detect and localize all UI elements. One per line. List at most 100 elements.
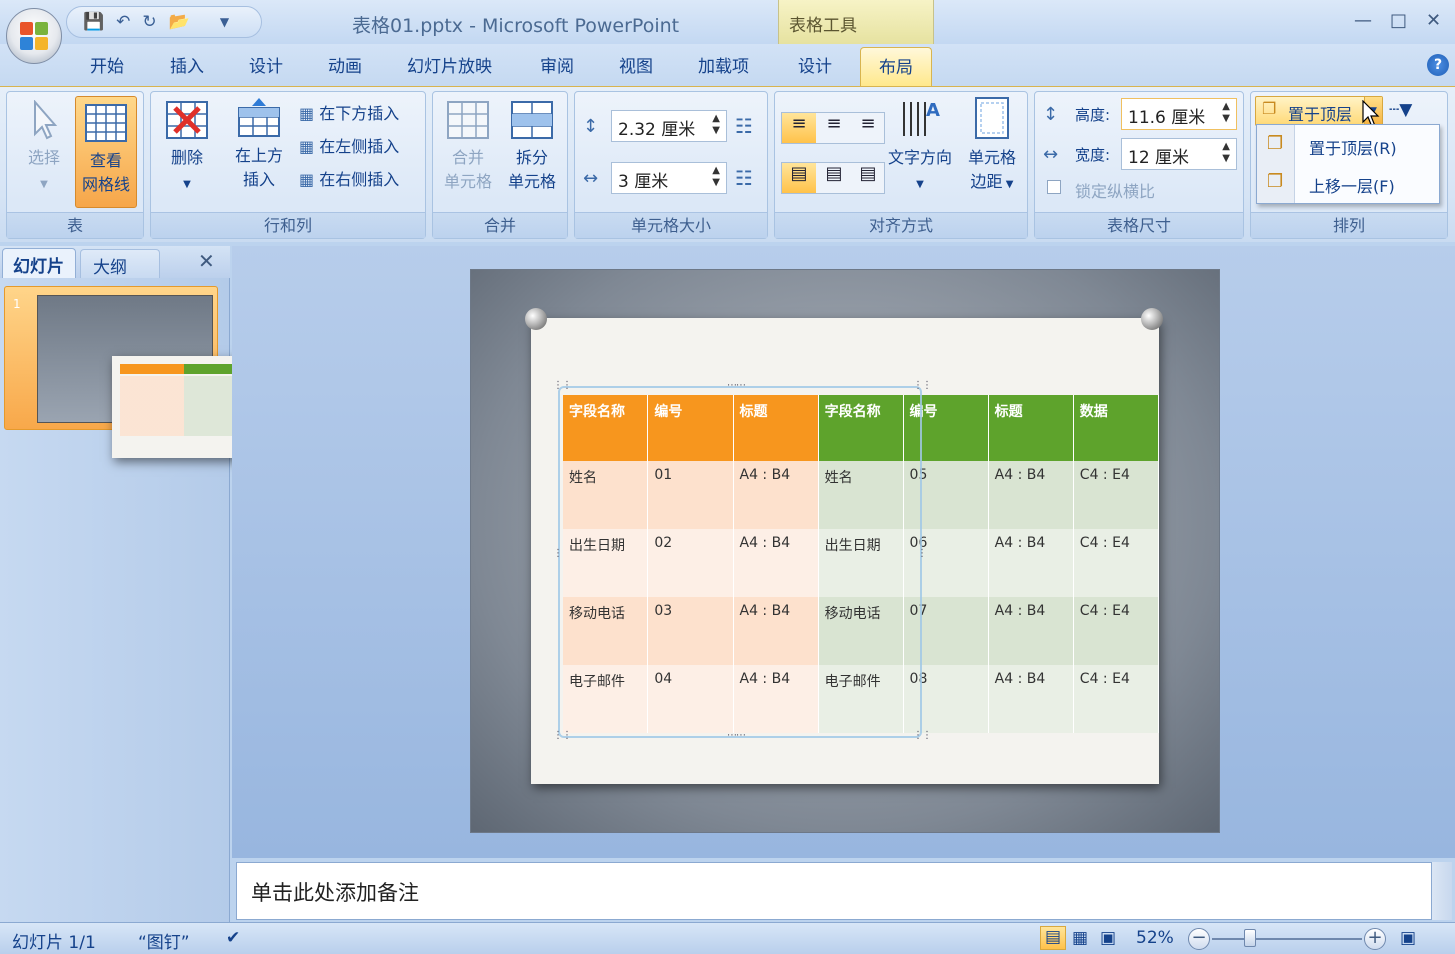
data-table[interactable]: 字段名称 编号 标题 字段名称 编号 标题 数据 姓名 01 A4 : B4 姓名 05 A4 : B4… (563, 395, 1160, 733)
merge-cells-button[interactable]: 合并 单元格 (437, 100, 499, 194)
resize-handle-bottom-right[interactable]: ⋮⋮ (913, 730, 932, 741)
split-cells-button[interactable]: 拆分 单元格 (501, 100, 563, 194)
resize-handle-left[interactable]: ⋮ (553, 548, 563, 559)
insert-above-button[interactable]: 在上方 插入 (225, 98, 293, 192)
resize-handle-top[interactable]: ⋯⋯ (727, 380, 746, 391)
table-cell[interactable]: A4 : B4 (733, 529, 819, 597)
resize-handle-bottom[interactable]: ⋯⋯ (727, 730, 746, 741)
slide-thumbnail-1[interactable]: 1 (4, 286, 258, 458)
tab-addins[interactable]: 加载项 (698, 52, 749, 77)
table-width-input[interactable]: 12 厘米 ▲ ▼ (1121, 138, 1237, 170)
align-top-icon[interactable]: ▤ (782, 163, 816, 193)
menu-item-bring-forward[interactable]: ❐ 上移一层(F) (1257, 165, 1441, 203)
slide-sorter-icon[interactable]: ▦ (1072, 928, 1088, 948)
align-middle-icon[interactable]: ▤ (818, 163, 850, 184)
table-cell[interactable]: 05 (903, 461, 989, 529)
tab-layout[interactable]: 布局 (860, 47, 932, 87)
table-header-cell[interactable]: 数据 (1073, 395, 1160, 461)
table-cell[interactable]: C4 : E4 (1073, 597, 1160, 665)
cell-margins-button[interactable]: 单元格 边距 ▼ (957, 96, 1027, 197)
table-header-cell[interactable]: 标题 (733, 395, 819, 461)
align-bottom-icon[interactable]: ▤ (852, 163, 884, 184)
table-cell[interactable]: 08 (903, 665, 989, 733)
cell-height-spinner-icon[interactable]: ▲ ▼ (712, 113, 720, 137)
lock-ratio-checkbox[interactable] (1047, 180, 1061, 194)
minimize-icon[interactable]: — (1354, 10, 1372, 31)
cell-width-input[interactable]: 3 厘米 ▲ ▼ (611, 162, 727, 194)
slideshow-view-icon[interactable]: ▣ (1100, 928, 1116, 948)
table-cell[interactable]: 02 (647, 529, 734, 597)
table-header-cell[interactable]: 编号 (903, 395, 989, 461)
table-cell[interactable]: C4 : E4 (1073, 461, 1160, 529)
table-header-cell[interactable]: 编号 (647, 395, 734, 461)
table-cell[interactable]: C4 : E4 (1073, 665, 1160, 733)
tab-outline[interactable]: 大纲 (80, 249, 160, 278)
distribute-columns-icon[interactable]: ☷ (735, 166, 753, 190)
zoom-slider-track[interactable] (1212, 938, 1362, 940)
table-cell[interactable]: C4 : E4 (1073, 529, 1160, 597)
maximize-icon[interactable]: □ (1390, 10, 1407, 31)
normal-view-icon[interactable]: ▤ (1040, 926, 1066, 950)
resize-handle-bottom-left[interactable]: ⋮⋮ (553, 730, 572, 741)
tab-insert[interactable]: 插入 (170, 52, 204, 77)
table-cell[interactable]: 07 (903, 597, 989, 665)
table-cell[interactable]: A4 : B4 (988, 665, 1074, 733)
table-header-cell[interactable]: 字段名称 (563, 395, 649, 461)
slide-canvas[interactable]: 字段名称 编号 标题 字段名称 编号 标题 数据 姓名 01 A4 : B4 姓名 05 A4 : B4… (471, 270, 1219, 832)
zoom-in-icon[interactable]: + (1364, 928, 1386, 950)
open-icon[interactable]: 📂 (169, 12, 190, 32)
tab-table-design[interactable]: 设计 (798, 52, 832, 77)
tab-design[interactable]: 设计 (249, 52, 283, 77)
table-cell[interactable]: 01 (647, 461, 734, 529)
table-cell[interactable]: A4 : B4 (733, 597, 819, 665)
table-cell[interactable]: 出生日期 (563, 529, 649, 597)
insert-right-button[interactable]: ▦ 在右侧插入 (299, 166, 399, 190)
table-cell[interactable]: 移动电话 (563, 597, 649, 665)
spell-check-icon[interactable]: ✔ (226, 928, 240, 948)
save-icon[interactable]: 💾 (83, 12, 104, 32)
zoom-slider-thumb[interactable] (1244, 929, 1256, 947)
view-gridlines-button[interactable]: 查看 网格线 (75, 96, 137, 208)
table-cell[interactable]: 出生日期 (818, 529, 904, 597)
tab-slideshow[interactable]: 幻灯片放映 (407, 52, 492, 77)
table-cell[interactable]: 03 (647, 597, 734, 665)
pane-close-icon[interactable]: ✕ (198, 249, 215, 273)
tab-view[interactable]: 视图 (619, 52, 653, 77)
delete-button[interactable]: 删除 ▼ (159, 100, 215, 197)
table-cell[interactable]: 电子邮件 (818, 665, 904, 733)
help-icon[interactable]: ? (1427, 54, 1449, 76)
distribute-rows-icon[interactable]: ☷ (735, 114, 753, 138)
align-center-icon[interactable]: ≡ (818, 113, 850, 134)
notes-pane[interactable]: 单击此处添加备注 (236, 862, 1432, 920)
redo-icon[interactable]: ↻ (142, 12, 156, 32)
table-cell[interactable]: A4 : B4 (733, 461, 819, 529)
table-cell[interactable]: 姓名 (563, 461, 649, 529)
notes-scrollbar[interactable] (1432, 862, 1452, 920)
menu-item-bring-to-front[interactable]: ❐ 置于顶层(R) (1257, 127, 1441, 165)
table-cell[interactable]: 电子邮件 (563, 665, 649, 733)
undo-icon[interactable]: ↶ (116, 12, 130, 32)
resize-handle-top-left[interactable]: ⋮⋮ (553, 380, 572, 391)
office-button[interactable] (6, 8, 62, 64)
tab-animations[interactable]: 动画 (328, 52, 362, 77)
table-cell[interactable]: A4 : B4 (733, 665, 819, 733)
table-cell[interactable]: A4 : B4 (988, 461, 1074, 529)
align-left-icon[interactable]: ≡ (782, 113, 816, 143)
align-objects-icon[interactable]: ┄▼ (1389, 100, 1412, 120)
table-cell[interactable]: 移动电话 (818, 597, 904, 665)
insert-left-button[interactable]: ▦ 在左侧插入 (299, 133, 399, 157)
table-height-input[interactable]: 11.6 厘米 ▲ ▼ (1121, 98, 1237, 130)
cell-width-spinner-icon[interactable]: ▲ ▼ (712, 165, 720, 189)
table-cell[interactable]: 04 (647, 665, 734, 733)
align-right-icon[interactable]: ≡ (852, 113, 884, 134)
cell-height-input[interactable]: 2.32 厘米 ▲ ▼ (611, 110, 727, 142)
tab-slides[interactable]: 幻灯片 (2, 248, 76, 278)
zoom-level[interactable]: 52% (1136, 928, 1174, 948)
tab-home[interactable]: 开始 (90, 52, 124, 77)
table-height-spinner-icon[interactable]: ▲ ▼ (1222, 101, 1230, 125)
table-cell[interactable]: A4 : B4 (988, 529, 1074, 597)
table-cell[interactable]: 06 (903, 529, 989, 597)
qat-customize-icon[interactable]: ▼ (220, 15, 229, 29)
table-cell[interactable]: 姓名 (818, 461, 904, 529)
table-width-spinner-icon[interactable]: ▲ ▼ (1222, 141, 1230, 165)
